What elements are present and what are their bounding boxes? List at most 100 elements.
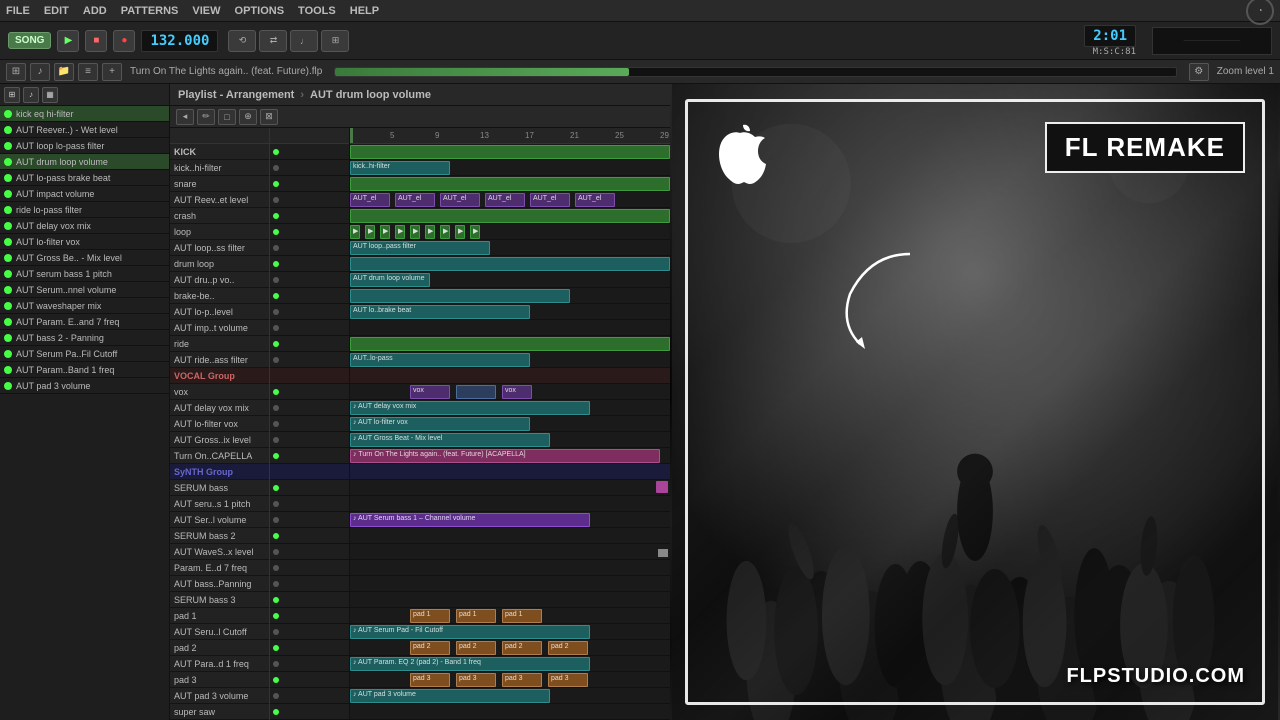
tn-aut-ser-vol[interactable]: AUT Ser..l volume bbox=[170, 512, 269, 528]
clip-snare[interactable] bbox=[350, 177, 670, 191]
clip-pad1-2[interactable]: pad 1 bbox=[456, 609, 496, 623]
clip-vox-2[interactable] bbox=[456, 385, 496, 399]
clip-aut-lo[interactable]: AUT lo..brake beat bbox=[350, 305, 530, 319]
tn-snare[interactable]: snare bbox=[170, 176, 269, 192]
clip-kick-main[interactable] bbox=[350, 145, 670, 159]
pt-prev[interactable]: ◂ bbox=[176, 109, 194, 125]
clip-pad3-4[interactable]: pad 3 bbox=[548, 673, 588, 687]
tn-aut-ride[interactable]: AUT ride..ass filter bbox=[170, 352, 269, 368]
tn-kick[interactable]: KICK bbox=[170, 144, 269, 160]
pt-snap[interactable]: ⊠ bbox=[260, 109, 278, 125]
clip-loop-6[interactable]: ▶ bbox=[425, 225, 435, 239]
mixer-row-param-band1[interactable]: AUT Param..Band 1 freq bbox=[0, 362, 169, 378]
tn-brake[interactable]: brake-be.. bbox=[170, 288, 269, 304]
clip-loop-9[interactable]: ▶ bbox=[470, 225, 480, 239]
clip-pad1-3[interactable]: pad 1 bbox=[502, 609, 542, 623]
clip-brake[interactable] bbox=[350, 289, 570, 303]
menu-add[interactable]: ADD bbox=[83, 5, 107, 17]
clip-loop-3[interactable]: ▶ bbox=[380, 225, 390, 239]
clip-pad3-1[interactable]: pad 3 bbox=[410, 673, 450, 687]
tn-vocal-group[interactable]: VOCAL Group bbox=[170, 368, 269, 384]
clip-aut-pad3[interactable]: ♪ AUT pad 3 volume bbox=[350, 689, 550, 703]
clip-aut-para[interactable]: ♪ AUT Param. EQ 2 (pad 2) - Band 1 freq bbox=[350, 657, 590, 671]
tn-serum-bass[interactable]: SERUM bass bbox=[170, 480, 269, 496]
clip-drum-loop[interactable] bbox=[350, 257, 670, 271]
tn-aut-imp[interactable]: AUT imp..t volume bbox=[170, 320, 269, 336]
menu-help[interactable]: HELP bbox=[350, 5, 379, 17]
piano-roll-btn[interactable]: ♪ bbox=[30, 63, 50, 81]
mixer-row-drum-loop-vol[interactable]: AUT drum loop volume bbox=[0, 154, 169, 170]
clip-pad2-2[interactable]: pad 2 bbox=[456, 641, 496, 655]
stop-button[interactable]: ■ bbox=[85, 30, 107, 52]
mixer-row-ride-lo[interactable]: ride lo-pass filter bbox=[0, 202, 169, 218]
tn-kick-hi[interactable]: kick..hi-filter bbox=[170, 160, 269, 176]
tn-aut-para-freq[interactable]: AUT Para..d 1 freq bbox=[170, 656, 269, 672]
clip-aut-ride[interactable]: AUT..lo-pass bbox=[350, 353, 530, 367]
mixer-row-param-7freq[interactable]: AUT Param. E..and 7 freq bbox=[0, 314, 169, 330]
play-button[interactable]: ▶ bbox=[57, 30, 79, 52]
piano-icon[interactable]: ♪ bbox=[23, 87, 39, 103]
tn-aut-waves[interactable]: AUT WaveS..x level bbox=[170, 544, 269, 560]
clip-aut-reev-6[interactable]: AUT_el bbox=[575, 193, 615, 207]
bpm-display[interactable]: 132.000 bbox=[141, 30, 218, 52]
clips-scroll[interactable]: kick..hi-filter AUT_el AUT_el AUT_el AUT… bbox=[350, 144, 670, 720]
menu-tools[interactable]: TOOLS bbox=[298, 5, 336, 17]
clip-loop-7[interactable]: ▶ bbox=[440, 225, 450, 239]
clip-aut-reev-4[interactable]: AUT_el bbox=[485, 193, 525, 207]
clip-kick-hi[interactable]: kick..hi-filter bbox=[350, 161, 450, 175]
mixer-row-serum-pad[interactable]: AUT Serum Pa..Fil Cutoff bbox=[0, 346, 169, 362]
mixer-row-aut-reever[interactable]: AUT Reever..) - Wet level bbox=[0, 122, 169, 138]
tn-crash[interactable]: crash bbox=[170, 208, 269, 224]
clip-vox-3[interactable]: vox bbox=[502, 385, 532, 399]
record-button[interactable]: ● bbox=[113, 30, 135, 52]
clip-aut-reev-5[interactable]: AUT_el bbox=[530, 193, 570, 207]
tn-aut-seru-pitch[interactable]: AUT seru..s 1 pitch bbox=[170, 496, 269, 512]
clip-aut-reev-2[interactable]: AUT_el bbox=[395, 193, 435, 207]
loop-btn[interactable]: ⇄ bbox=[259, 30, 287, 52]
tn-delay-vox[interactable]: AUT delay vox mix bbox=[170, 400, 269, 416]
clip-crash[interactable] bbox=[350, 209, 670, 223]
tn-pad3[interactable]: pad 3 bbox=[170, 672, 269, 688]
menu-file[interactable]: FILE bbox=[6, 5, 30, 17]
pattern-btn[interactable]: ⟲ bbox=[228, 30, 256, 52]
ch-rack-icon[interactable]: ⊞ bbox=[4, 87, 20, 103]
mixer-row-bass2-pan[interactable]: AUT bass 2 - Panning bbox=[0, 330, 169, 346]
clip-pad3-2[interactable]: pad 3 bbox=[456, 673, 496, 687]
mixer-row-delay-vox[interactable]: AUT delay vox mix bbox=[0, 218, 169, 234]
clip-pad1-1[interactable]: pad 1 bbox=[410, 609, 450, 623]
clip-loop-8[interactable]: ▶ bbox=[455, 225, 465, 239]
menu-options[interactable]: OPTIONS bbox=[235, 5, 285, 17]
clip-aut-delay[interactable]: ♪ AUT delay vox mix bbox=[350, 401, 590, 415]
pt-zoom[interactable]: ⊕ bbox=[239, 109, 257, 125]
clip-loop-2[interactable]: ▶ bbox=[365, 225, 375, 239]
mixer-row-lo-filter-vox[interactable]: AUT lo-filter vox bbox=[0, 234, 169, 250]
clip-aut-reev-3[interactable]: AUT_el bbox=[440, 193, 480, 207]
clip-ride[interactable] bbox=[350, 337, 670, 351]
clip-aut-gross[interactable]: ♪ AUT Gross Beat - Mix level bbox=[350, 433, 550, 447]
clip-capella[interactable]: ♪ Turn On The Lights again.. (feat. Futu… bbox=[350, 449, 660, 463]
mixer-row-kick-eq[interactable]: kick eq hi-filter bbox=[0, 106, 169, 122]
mixer-row-serum-bass1[interactable]: AUT serum bass 1 pitch bbox=[0, 266, 169, 282]
plugin-picker-btn[interactable]: + bbox=[102, 63, 122, 81]
clip-pad2-4[interactable]: pad 2 bbox=[548, 641, 588, 655]
tn-vox[interactable]: vox bbox=[170, 384, 269, 400]
tn-serum-bass2[interactable]: SERUM bass 2 bbox=[170, 528, 269, 544]
tn-pad1[interactable]: pad 1 bbox=[170, 608, 269, 624]
song-mode-button[interactable]: SONG bbox=[8, 32, 51, 49]
menu-view[interactable]: VIEW bbox=[192, 5, 220, 17]
tn-aut-reev[interactable]: AUT Reev..et level bbox=[170, 192, 269, 208]
tn-aut-bass-pan[interactable]: AUT bass..Panning bbox=[170, 576, 269, 592]
tn-lo-filter-vox[interactable]: AUT lo-filter vox bbox=[170, 416, 269, 432]
tn-serum-bass3[interactable]: SERUM bass 3 bbox=[170, 592, 269, 608]
clip-aut-lo-vox[interactable]: ♪ AUT lo-filter vox bbox=[350, 417, 530, 431]
tn-param-7freq[interactable]: Param. E..d 7 freq bbox=[170, 560, 269, 576]
mixer-btn[interactable]: ⊞ bbox=[321, 30, 349, 52]
pt-select[interactable]: □ bbox=[218, 109, 236, 125]
clip-aut-reev-1[interactable]: AUT_el bbox=[350, 193, 390, 207]
clip-aut-dru[interactable]: AUT drum loop volume bbox=[350, 273, 430, 287]
clip-loop-5[interactable]: ▶ bbox=[410, 225, 420, 239]
tn-synth-group[interactable]: SyNTH Group bbox=[170, 464, 269, 480]
tn-aut-lo[interactable]: AUT lo-p..level bbox=[170, 304, 269, 320]
tn-aut-pad3-vol[interactable]: AUT pad 3 volume bbox=[170, 688, 269, 704]
tn-loop[interactable]: loop bbox=[170, 224, 269, 240]
